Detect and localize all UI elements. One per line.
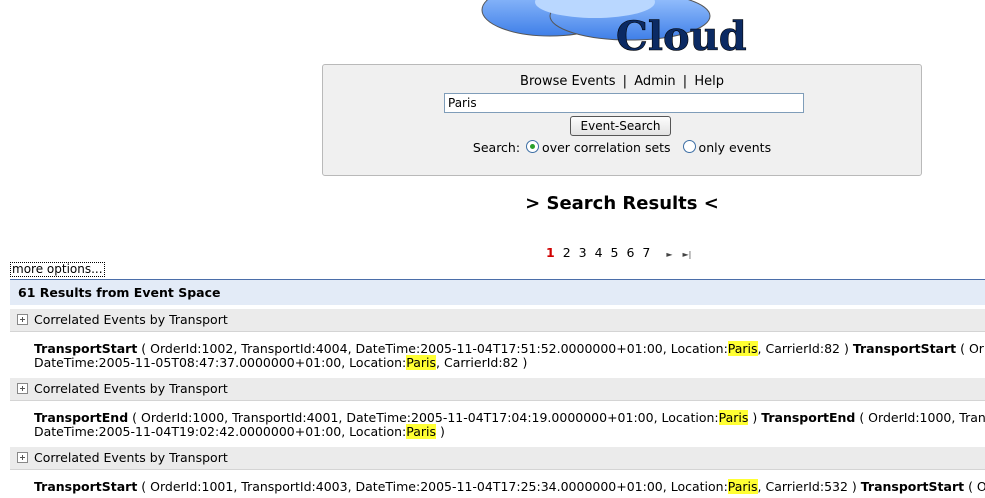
group-title: Correlated Events by Transport	[34, 450, 228, 465]
logo-text: Cloud	[616, 13, 747, 60]
search-highlight: Paris	[406, 355, 437, 370]
event-details: )	[748, 410, 762, 425]
expand-plus-icon[interactable]	[17, 452, 28, 463]
nav-separator: |	[622, 74, 628, 89]
radio-only-events[interactable]	[682, 140, 696, 153]
event-line: DateTime:2005-11-04T19:02:42.0000000+01:…	[34, 424, 985, 439]
page-link[interactable]: 5	[611, 245, 619, 260]
search-highlight: Paris	[727, 479, 758, 494]
result-group: Correlated Events by Transport Transport…	[10, 447, 985, 498]
radio-correlation-sets[interactable]	[526, 140, 540, 153]
event-type: TransportStart	[34, 341, 138, 356]
result-group: Correlated Events by Transport Transport…	[10, 309, 985, 374]
expand-plus-icon[interactable]	[17, 383, 28, 394]
event-type: TransportStart	[34, 479, 138, 494]
page-link[interactable]: 3	[579, 245, 587, 260]
event-details: )	[436, 424, 445, 439]
event-details: ( Or	[956, 341, 984, 356]
cloud-logo: Cloud	[480, 0, 770, 60]
group-header[interactable]: Correlated Events by Transport	[10, 378, 985, 401]
event-type: TransportStart	[852, 341, 957, 356]
event-details: , CarrierId:82 )	[436, 355, 528, 370]
search-input[interactable]	[444, 93, 804, 113]
last-icon[interactable]: ►|	[682, 250, 691, 259]
search-mode-label: Search:	[472, 140, 521, 155]
radio-only-events-label[interactable]: only events	[699, 140, 772, 155]
event-type: TransportStart	[860, 479, 965, 494]
event-search-button[interactable]: Event-Search	[570, 116, 671, 136]
event-line: DateTime:2005-11-05T08:47:37.0000000+01:…	[34, 355, 985, 370]
top-nav: Browse Events | Admin | Help	[323, 74, 921, 89]
group-events: TransportEnd ( OrderId:1000, TransportId…	[10, 401, 985, 443]
search-highlight: Paris	[727, 341, 758, 356]
search-panel: Browse Events | Admin | Help Event-Searc…	[322, 64, 922, 176]
event-details: ( OrderId:1000, TransportId:4001, DateTi…	[128, 410, 719, 425]
event-type: TransportEnd	[34, 410, 129, 425]
event-details: ( O	[964, 479, 985, 494]
radio-correlation-label[interactable]: over correlation sets	[542, 140, 671, 155]
admin-link[interactable]: Admin	[634, 74, 675, 89]
results-panel: 61 Results from Event Space Correlated E…	[10, 279, 985, 498]
results-count-header: 61 Results from Event Space	[10, 280, 985, 305]
result-group: Correlated Events by Transport Transport…	[10, 378, 985, 443]
page-link[interactable]: 6	[626, 245, 634, 260]
page-link[interactable]: 1	[546, 245, 555, 260]
group-header[interactable]: Correlated Events by Transport	[10, 447, 985, 470]
event-details: , CarrierId:82 )	[757, 341, 853, 356]
event-details: ( OrderId:1002, TransportId:4004, DateTi…	[137, 341, 728, 356]
event-line: TransportEnd ( OrderId:1000, TransportId…	[34, 410, 985, 425]
help-link[interactable]: Help	[694, 74, 724, 89]
event-details: , CarrierId:532 )	[757, 479, 861, 494]
group-events: TransportStart ( OrderId:1001, Transport…	[10, 470, 985, 498]
group-header[interactable]: Correlated Events by Transport	[10, 309, 985, 332]
more-options-link[interactable]: more options...	[10, 262, 105, 277]
group-title: Correlated Events by Transport	[34, 312, 228, 327]
page-link[interactable]: 4	[595, 245, 603, 260]
group-title: Correlated Events by Transport	[34, 381, 228, 396]
event-line: TransportStart ( OrderId:1002, Transport…	[34, 341, 985, 356]
pagination: 1 2 3 4 5 6 7 ► ►|	[546, 245, 691, 260]
page-link[interactable]: 7	[642, 245, 650, 260]
search-mode: Search: over correlation sets only event…	[323, 140, 921, 155]
browse-events-link[interactable]: Browse Events	[520, 74, 615, 89]
event-line: TransportStart ( OrderId:1001, Transport…	[34, 479, 985, 494]
search-highlight: Paris	[406, 424, 437, 439]
group-events: TransportStart ( OrderId:1002, Transport…	[10, 332, 985, 374]
event-type: TransportEnd	[761, 410, 856, 425]
expand-plus-icon[interactable]	[17, 314, 28, 325]
search-results-title: > Search Results <	[525, 193, 719, 214]
event-details: ( OrderId:1001, TransportId:4003, DateTi…	[137, 479, 728, 494]
nav-separator: |	[682, 74, 688, 89]
event-details: ( OrderId:1000, Tran	[855, 410, 985, 425]
page-link[interactable]: 2	[563, 245, 571, 260]
search-highlight: Paris	[718, 410, 749, 425]
event-details: DateTime:2005-11-04T19:02:42.0000000+01:…	[34, 424, 407, 439]
next-icon[interactable]: ►	[666, 250, 672, 259]
event-details: DateTime:2005-11-05T08:47:37.0000000+01:…	[34, 355, 407, 370]
